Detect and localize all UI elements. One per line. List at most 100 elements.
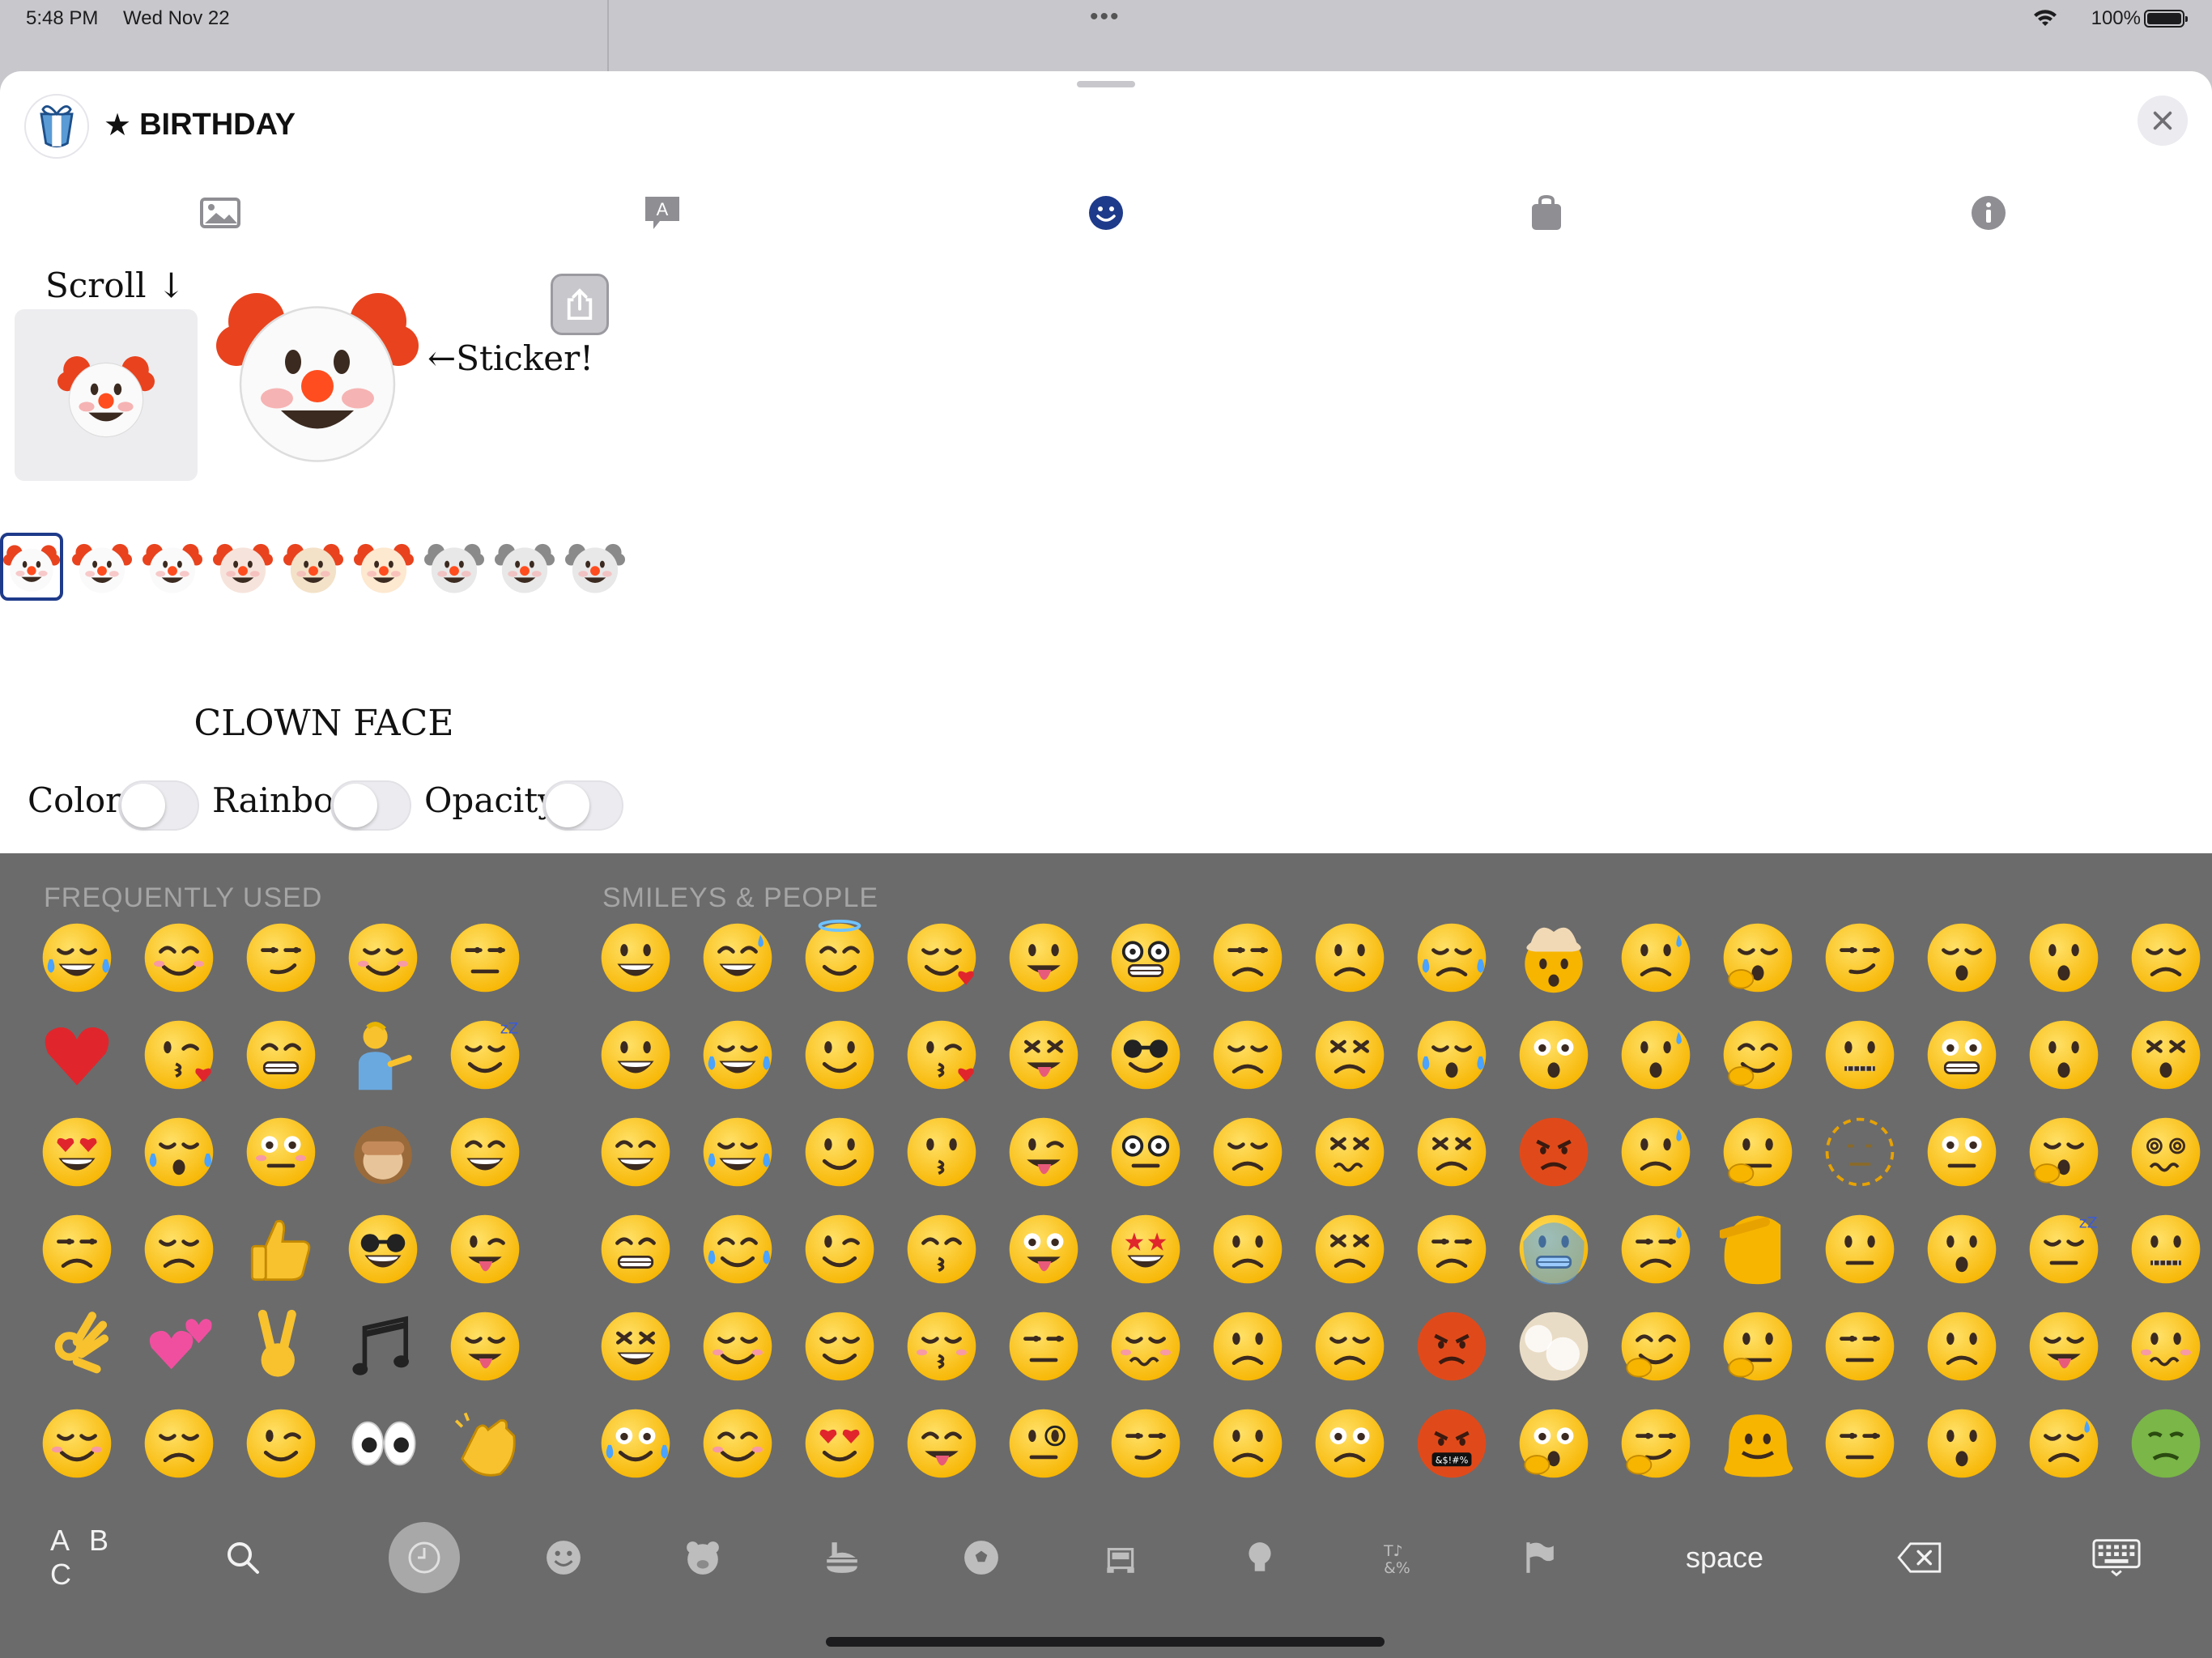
- smiley-emoji-key[interactable]: [1506, 1104, 1602, 1200]
- category-travel[interactable]: [1087, 1517, 1155, 1598]
- frequent-emoji-key[interactable]: [233, 1007, 329, 1103]
- smiley-emoji-key[interactable]: [894, 1007, 989, 1103]
- smiley-emoji-key[interactable]: [792, 1299, 887, 1394]
- smiley-emoji-key[interactable]: [1098, 910, 1193, 1005]
- frequent-emoji-key[interactable]: [131, 910, 227, 1005]
- smiley-emoji-key[interactable]: [1098, 1104, 1193, 1200]
- smiley-emoji-key[interactable]: [2016, 1104, 2112, 1200]
- opacity-toggle[interactable]: [542, 780, 623, 831]
- smiley-emoji-key[interactable]: [1710, 1299, 1806, 1394]
- smiley-emoji-key[interactable]: [2118, 1104, 2212, 1200]
- smiley-emoji-key[interactable]: [792, 910, 887, 1005]
- smiley-emoji-key[interactable]: [1608, 1299, 1704, 1394]
- category-smileys[interactable]: [530, 1517, 598, 1598]
- smiley-emoji-key[interactable]: [690, 1104, 785, 1200]
- smiley-emoji-key[interactable]: [2118, 1201, 2212, 1297]
- keyboard-dismiss-key[interactable]: [2078, 1517, 2155, 1598]
- frequent-emoji-key[interactable]: [437, 910, 533, 1005]
- tab-shop[interactable]: [1514, 183, 1579, 243]
- smiley-emoji-key[interactable]: [1506, 1396, 1602, 1491]
- smiley-emoji-key[interactable]: [1302, 1201, 1397, 1297]
- clown-variant[interactable]: [564, 533, 627, 601]
- smiley-emoji-key[interactable]: [690, 1396, 785, 1491]
- frequent-emoji-key[interactable]: [437, 1299, 533, 1394]
- frequent-emoji-key[interactable]: zZ: [437, 1007, 533, 1103]
- category-activity[interactable]: [947, 1517, 1015, 1598]
- smiley-emoji-key[interactable]: [1302, 1396, 1397, 1491]
- smiley-emoji-key[interactable]: [792, 1007, 887, 1103]
- clown-variant[interactable]: [282, 533, 345, 601]
- smiley-emoji-key[interactable]: [1404, 1104, 1499, 1200]
- frequent-emoji-key[interactable]: [131, 1299, 227, 1394]
- smiley-emoji-key[interactable]: [1404, 1299, 1499, 1394]
- smiley-emoji-key[interactable]: [996, 1201, 1091, 1297]
- tab-photo[interactable]: [188, 183, 253, 243]
- sheet-grabber[interactable]: [1077, 81, 1135, 87]
- smiley-emoji-key[interactable]: [1710, 910, 1806, 1005]
- smiley-emoji-key[interactable]: [1914, 1201, 2010, 1297]
- smiley-emoji-key[interactable]: [1200, 910, 1295, 1005]
- smiley-emoji-key[interactable]: [1608, 1104, 1704, 1200]
- frequent-emoji-key[interactable]: [233, 910, 329, 1005]
- clown-variant[interactable]: [352, 533, 415, 601]
- category-food[interactable]: [808, 1517, 876, 1598]
- smiley-emoji-key[interactable]: [894, 1201, 989, 1297]
- smiley-emoji-key[interactable]: [1914, 1396, 2010, 1491]
- frequent-emoji-key[interactable]: [233, 1104, 329, 1200]
- smiley-emoji-key[interactable]: [690, 910, 785, 1005]
- smiley-emoji-key[interactable]: [1812, 1396, 1908, 1491]
- smiley-emoji-key[interactable]: [1812, 1104, 1908, 1200]
- clown-variant[interactable]: [70, 533, 134, 601]
- smiley-emoji-key[interactable]: [588, 1299, 683, 1394]
- smiley-emoji-key[interactable]: [588, 1007, 683, 1103]
- smiley-emoji-key[interactable]: [690, 1201, 785, 1297]
- frequent-emoji-key[interactable]: [29, 1201, 125, 1297]
- smiley-emoji-key[interactable]: [1200, 1104, 1295, 1200]
- category-flags[interactable]: [1504, 1517, 1572, 1598]
- clown-variant[interactable]: [0, 533, 63, 601]
- frequent-emoji-key[interactable]: [131, 1104, 227, 1200]
- clown-variant[interactable]: [423, 533, 486, 601]
- delete-key[interactable]: [1883, 1517, 1956, 1598]
- rainbow-toggle[interactable]: [330, 780, 411, 831]
- frequent-emoji-key[interactable]: [233, 1299, 329, 1394]
- frequent-emoji-key[interactable]: [437, 1104, 533, 1200]
- smiley-emoji-key[interactable]: [894, 1396, 989, 1491]
- smiley-emoji-key[interactable]: [996, 1396, 1091, 1491]
- smiley-emoji-key[interactable]: [2118, 1299, 2212, 1394]
- frequent-emoji-key[interactable]: [335, 1396, 431, 1491]
- smiley-emoji-key[interactable]: [1710, 1007, 1806, 1103]
- smiley-emoji-key[interactable]: [996, 1104, 1091, 1200]
- smiley-emoji-key[interactable]: [588, 1396, 683, 1491]
- smiley-emoji-key[interactable]: [1404, 1007, 1499, 1103]
- smiley-emoji-key[interactable]: [1200, 1201, 1295, 1297]
- frequent-emoji-key[interactable]: [437, 1201, 533, 1297]
- smiley-emoji-key[interactable]: [2118, 1007, 2212, 1103]
- sticker-preview-large[interactable]: [212, 253, 423, 495]
- smiley-emoji-key[interactable]: [1914, 1299, 2010, 1394]
- space-key[interactable]: space: [1644, 1517, 1806, 1598]
- smiley-emoji-key[interactable]: [1098, 1201, 1193, 1297]
- smiley-emoji-key[interactable]: [2016, 1299, 2112, 1394]
- smiley-emoji-key[interactable]: [1302, 1104, 1397, 1200]
- smiley-emoji-key[interactable]: [1608, 1201, 1704, 1297]
- frequent-emoji-key[interactable]: [131, 1201, 227, 1297]
- tab-text[interactable]: A: [630, 183, 695, 243]
- smiley-emoji-key[interactable]: [1710, 1104, 1806, 1200]
- category-animals[interactable]: [669, 1517, 737, 1598]
- frequent-emoji-key[interactable]: [131, 1007, 227, 1103]
- smiley-emoji-key[interactable]: [792, 1396, 887, 1491]
- frequent-emoji-key[interactable]: [233, 1396, 329, 1491]
- smiley-emoji-key[interactable]: zZ: [2016, 1201, 2112, 1297]
- smiley-emoji-key[interactable]: [2016, 1396, 2112, 1491]
- smiley-emoji-key[interactable]: [690, 1007, 785, 1103]
- smiley-emoji-key[interactable]: [1914, 1104, 2010, 1200]
- smiley-emoji-key[interactable]: [1404, 1201, 1499, 1297]
- tab-emoji[interactable]: [1074, 183, 1138, 243]
- smiley-emoji-key[interactable]: [1098, 1299, 1193, 1394]
- clown-variant[interactable]: [141, 533, 204, 601]
- multitasking-dots-icon[interactable]: •••: [1090, 3, 1121, 31]
- smiley-emoji-key[interactable]: [1302, 1299, 1397, 1394]
- smiley-emoji-key[interactable]: [894, 1104, 989, 1200]
- smiley-emoji-key[interactable]: [1812, 1201, 1908, 1297]
